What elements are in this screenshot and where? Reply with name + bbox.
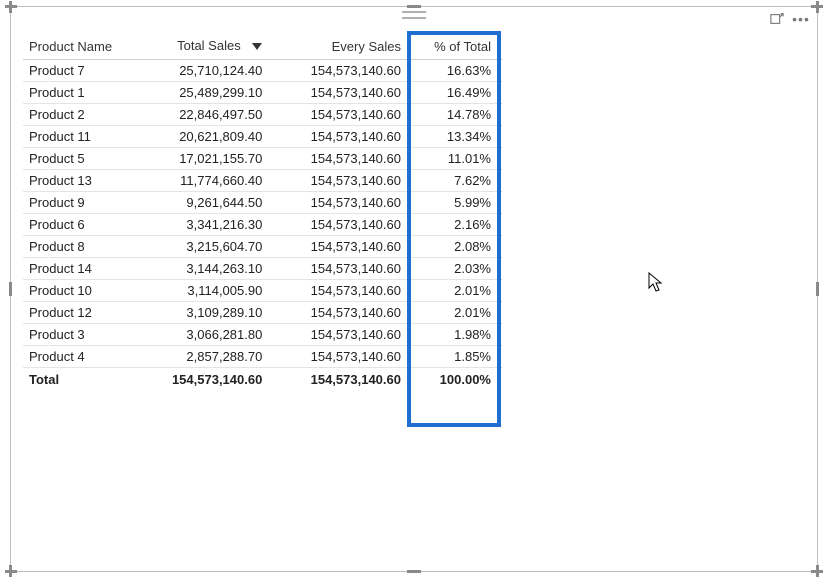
cell-pct-of-total: 1.98%: [407, 324, 503, 346]
drag-grip-icon[interactable]: [402, 11, 426, 19]
cell-every-sales: 154,573,140.60: [268, 104, 407, 126]
resize-handle[interactable]: [407, 570, 421, 573]
cell-product-name: Product 2: [23, 104, 140, 126]
cell-product-name: Product 8: [23, 236, 140, 258]
table-row[interactable]: Product 103,114,005.90154,573,140.602.01…: [23, 280, 503, 302]
sort-descending-icon: [252, 39, 262, 54]
cell-total-sales: 3,109,289.10: [140, 302, 268, 324]
cell-total-sales: 22,846,497.50: [140, 104, 268, 126]
table-row[interactable]: Product 99,261,644.50154,573,140.605.99%: [23, 192, 503, 214]
cell-total-sales: 17,021,155.70: [140, 148, 268, 170]
cell-every-sales: 154,573,140.60: [268, 280, 407, 302]
cell-total-sales: 2,857,288.70: [140, 346, 268, 368]
cell-product-name: Product 7: [23, 60, 140, 82]
cell-pct-of-total: 2.08%: [407, 236, 503, 258]
cell-every-sales: 154,573,140.60: [268, 170, 407, 192]
cell-pct-of-total: 2.03%: [407, 258, 503, 280]
resize-handle[interactable]: [5, 570, 17, 573]
visual-frame[interactable]: ••• Product Name Total Sales Every Sales…: [10, 6, 818, 572]
cell-product-name: Product 4: [23, 346, 140, 368]
cell-total-sales: 3,341,216.30: [140, 214, 268, 236]
more-options-icon[interactable]: •••: [793, 11, 809, 27]
cell-every-sales: 154,573,140.60: [268, 346, 407, 368]
data-table: Product Name Total Sales Every Sales % o…: [23, 35, 503, 390]
cell-total-sales: 25,489,299.10: [140, 82, 268, 104]
cell-total-sales: 20,621,809.40: [140, 126, 268, 148]
table-row[interactable]: Product 63,341,216.30154,573,140.602.16%: [23, 214, 503, 236]
cell-product-name: Product 6: [23, 214, 140, 236]
table-row[interactable]: Product 143,144,263.10154,573,140.602.03…: [23, 258, 503, 280]
table-row[interactable]: Product 725,710,124.40154,573,140.6016.6…: [23, 60, 503, 82]
cell-pct-of-total: 16.63%: [407, 60, 503, 82]
column-header-total-sales[interactable]: Total Sales: [140, 35, 268, 60]
cell-pct-of-total: 5.99%: [407, 192, 503, 214]
cell-product-name: Product 14: [23, 258, 140, 280]
cell-product-name: Product 10: [23, 280, 140, 302]
cell-pct-of-total: 2.01%: [407, 302, 503, 324]
column-header-product-name[interactable]: Product Name: [23, 35, 140, 60]
cell-total-sales: 3,144,263.10: [140, 258, 268, 280]
cell-pct-of-total: 16.49%: [407, 82, 503, 104]
cell-every-sales: 154,573,140.60: [268, 302, 407, 324]
cell-pct-of-total: 14.78%: [407, 104, 503, 126]
cell-pct-of-total: 7.62%: [407, 170, 503, 192]
cell-product-name: Product 11: [23, 126, 140, 148]
resize-handle[interactable]: [811, 5, 823, 8]
cell-product-name: Product 9: [23, 192, 140, 214]
cell-pct-of-total: 2.16%: [407, 214, 503, 236]
cell-product-name: Product 13: [23, 170, 140, 192]
cell-total-sales: 3,114,005.90: [140, 280, 268, 302]
cell-every-sales: 154,573,140.60: [268, 192, 407, 214]
table-row[interactable]: Product 83,215,604.70154,573,140.602.08%: [23, 236, 503, 258]
cell-total-sales: 3,066,281.80: [140, 324, 268, 346]
resize-handle[interactable]: [816, 282, 819, 296]
resize-handle[interactable]: [9, 282, 12, 296]
table-row[interactable]: Product 1120,621,809.40154,573,140.6013.…: [23, 126, 503, 148]
total-row: Total 154,573,140.60 154,573,140.60 100.…: [23, 368, 503, 391]
table-row[interactable]: Product 222,846,497.50154,573,140.6014.7…: [23, 104, 503, 126]
column-header-every-sales[interactable]: Every Sales: [268, 35, 407, 60]
table-row[interactable]: Product 517,021,155.70154,573,140.6011.0…: [23, 148, 503, 170]
table-row[interactable]: Product 123,109,289.10154,573,140.602.01…: [23, 302, 503, 324]
cell-every-sales: 154,573,140.60: [268, 258, 407, 280]
cell-every-sales: 154,573,140.60: [268, 214, 407, 236]
cell-every-sales: 154,573,140.60: [268, 60, 407, 82]
cell-every-sales: 154,573,140.60: [268, 126, 407, 148]
cell-product-name: Product 1: [23, 82, 140, 104]
resize-handle[interactable]: [811, 570, 823, 573]
cell-pct-of-total: 11.01%: [407, 148, 503, 170]
cell-product-name: Product 12: [23, 302, 140, 324]
cell-total-sales: 9,261,644.50: [140, 192, 268, 214]
focus-mode-icon[interactable]: [769, 11, 785, 27]
column-header-label: Total Sales: [177, 38, 241, 53]
column-header-pct-of-total[interactable]: % of Total: [407, 35, 503, 60]
table-row[interactable]: Product 33,066,281.80154,573,140.601.98%: [23, 324, 503, 346]
total-sales: 154,573,140.60: [140, 368, 268, 391]
cell-pct-of-total: 13.34%: [407, 126, 503, 148]
cell-product-name: Product 3: [23, 324, 140, 346]
cell-every-sales: 154,573,140.60: [268, 324, 407, 346]
table-row[interactable]: Product 125,489,299.10154,573,140.6016.4…: [23, 82, 503, 104]
resize-handle[interactable]: [5, 5, 17, 8]
cell-total-sales: 25,710,124.40: [140, 60, 268, 82]
cell-every-sales: 154,573,140.60: [268, 82, 407, 104]
cell-pct-of-total: 1.85%: [407, 346, 503, 368]
table-row[interactable]: Product 42,857,288.70154,573,140.601.85%: [23, 346, 503, 368]
cell-total-sales: 11,774,660.40: [140, 170, 268, 192]
cell-every-sales: 154,573,140.60: [268, 236, 407, 258]
cell-total-sales: 3,215,604.70: [140, 236, 268, 258]
cell-pct-of-total: 2.01%: [407, 280, 503, 302]
cell-product-name: Product 5: [23, 148, 140, 170]
table-row[interactable]: Product 1311,774,660.40154,573,140.607.6…: [23, 170, 503, 192]
total-every: 154,573,140.60: [268, 368, 407, 391]
total-label: Total: [23, 368, 140, 391]
resize-handle[interactable]: [407, 5, 421, 8]
cell-every-sales: 154,573,140.60: [268, 148, 407, 170]
total-pct: 100.00%: [407, 368, 503, 391]
